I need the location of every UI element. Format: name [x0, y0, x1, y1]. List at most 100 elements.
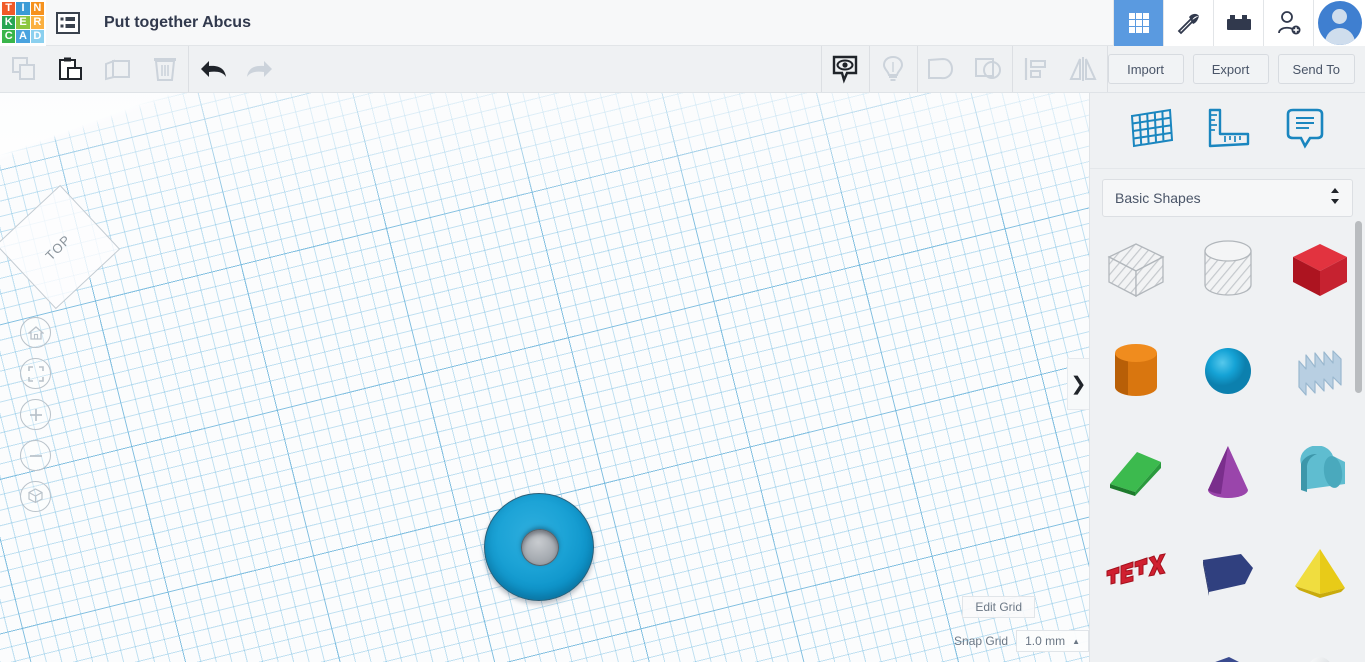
zoom-in-button[interactable]: [20, 399, 51, 430]
send-to-button[interactable]: Send To: [1277, 54, 1355, 84]
shape-roof[interactable]: [1090, 421, 1182, 522]
shape-box[interactable]: [1274, 219, 1365, 320]
plus-icon: [29, 408, 42, 421]
align-button[interactable]: [1013, 46, 1060, 92]
logo-cell: R: [30, 15, 44, 30]
cylinder-icon: [1115, 343, 1157, 396]
lego-brick-icon: [1226, 14, 1251, 30]
edit-toolbar: Import Export Send To: [0, 46, 1365, 93]
text-3d-icon: [1106, 552, 1166, 585]
snap-grid-select[interactable]: 1.0 mm ▲: [1016, 630, 1089, 652]
notes-button[interactable]: [1282, 106, 1328, 155]
apps-grid-button[interactable]: [1113, 0, 1163, 46]
blue-torus-disc-object[interactable]: [484, 493, 594, 601]
group-button[interactable]: [918, 46, 965, 92]
delete-button[interactable]: [141, 46, 188, 92]
logo-cell: E: [16, 15, 30, 30]
tinker-tools-button[interactable]: [1163, 0, 1213, 46]
undo-arrow-icon: [200, 61, 226, 77]
trash-icon: [153, 58, 176, 81]
top-bar: T I N K E R C A D Put together Abcus: [0, 0, 1365, 46]
group-shapes-icon: [928, 57, 954, 80]
shape-polygon-prism[interactable]: [1182, 522, 1274, 623]
select-arrows-icon: [1330, 187, 1340, 210]
project-menu-button[interactable]: [46, 0, 90, 46]
lightbulb-icon: [883, 55, 904, 81]
home-view-button[interactable]: [20, 317, 51, 348]
tube-half-cylinder-icon: [1300, 445, 1345, 492]
logo-cell: K: [2, 15, 16, 30]
shape-scribble[interactable]: [1274, 320, 1365, 421]
shape-pyramid[interactable]: [1274, 522, 1365, 623]
polygon-prism-icon: [1203, 553, 1253, 596]
sphere-icon: [1205, 347, 1251, 394]
add-person-icon: [1277, 10, 1300, 34]
invite-user-button[interactable]: [1263, 0, 1313, 46]
copy-button[interactable]: [0, 46, 47, 92]
paste-icon: [58, 57, 82, 80]
logo-cell: N: [30, 1, 44, 15]
shape-cylinder-hole[interactable]: [1182, 219, 1274, 320]
shape-category-label: Basic Shapes: [1115, 190, 1201, 206]
copy-icon: [11, 57, 35, 80]
ungroup-button[interactable]: [965, 46, 1012, 92]
edit-grid-button[interactable]: Edit Grid: [962, 596, 1035, 618]
mirror-button[interactable]: [1060, 46, 1107, 92]
ruler-button[interactable]: [1204, 106, 1252, 155]
align-icon: [1024, 58, 1047, 80]
pyramid-icon: [1295, 548, 1345, 598]
shape-magenta[interactable]: [1090, 623, 1182, 662]
undo-button[interactable]: [189, 46, 236, 92]
shape-tube[interactable]: [1274, 421, 1365, 522]
logo-cell: D: [30, 30, 44, 44]
redo-button[interactable]: [236, 46, 283, 92]
box-hole-icon: [1107, 242, 1165, 297]
fit-brackets-icon: [27, 365, 44, 382]
shape-box-hole[interactable]: [1090, 219, 1182, 320]
scrollbar-thumb[interactable]: [1355, 221, 1362, 393]
user-avatar-button[interactable]: [1313, 0, 1365, 46]
shapes-grid: [1090, 219, 1365, 662]
shapes-panel: Basic Shapes: [1089, 93, 1365, 662]
eye-bubble-icon: [832, 55, 858, 84]
zoom-out-button[interactable]: [20, 440, 51, 471]
export-button[interactable]: Export: [1192, 54, 1269, 84]
redo-arrow-icon: [246, 61, 272, 77]
shape-sphere[interactable]: [1182, 320, 1274, 421]
fit-view-button[interactable]: [20, 358, 51, 389]
shape-navy-prism[interactable]: [1182, 623, 1274, 662]
ungroup-shapes-icon: [975, 58, 1002, 79]
light-button[interactable]: [870, 46, 917, 92]
cube-arrow-icon: [28, 488, 43, 504]
shape-egg[interactable]: [1274, 623, 1365, 662]
avatar: [1317, 0, 1362, 45]
3d-canvas[interactable]: TOP ❯ Edit Grid Snap Grid 1.0 mm ▲: [0, 93, 1089, 662]
toolbar-action-buttons: Import Export Send To: [1107, 54, 1365, 84]
paste-button[interactable]: [47, 46, 94, 92]
shape-cylinder[interactable]: [1090, 320, 1182, 421]
caret-up-icon: ▲: [1072, 636, 1080, 646]
grid-icon: [1128, 12, 1149, 33]
shape-text[interactable]: [1090, 522, 1182, 623]
panel-icon-row: [1090, 93, 1365, 169]
shape-cone[interactable]: [1182, 421, 1274, 522]
logo-cell: A: [16, 30, 30, 44]
blocks-button[interactable]: [1213, 0, 1263, 46]
viewport-controls: [20, 317, 51, 512]
logo-cell: C: [2, 30, 16, 44]
show-hide-button[interactable]: [822, 46, 869, 92]
tinkercad-logo[interactable]: T I N K E R C A D: [0, 0, 46, 46]
list-menu-icon: [56, 11, 80, 34]
shape-category-select[interactable]: Basic Shapes: [1102, 179, 1353, 217]
duplicate-icon: [104, 59, 130, 81]
workplane-button[interactable]: [1127, 106, 1175, 155]
box-icon: [1293, 243, 1347, 296]
top-bar-actions: [1113, 0, 1365, 46]
ortho-perspective-toggle[interactable]: [20, 481, 51, 512]
collapse-panel-chevron-icon[interactable]: ❯: [1067, 358, 1089, 410]
import-button[interactable]: Import: [1107, 54, 1184, 84]
duplicate-button[interactable]: [94, 46, 141, 92]
scribble-icon: [1298, 349, 1342, 396]
mirror-icon: [1069, 57, 1097, 81]
snap-grid-row: Snap Grid 1.0 mm ▲: [954, 630, 1089, 652]
